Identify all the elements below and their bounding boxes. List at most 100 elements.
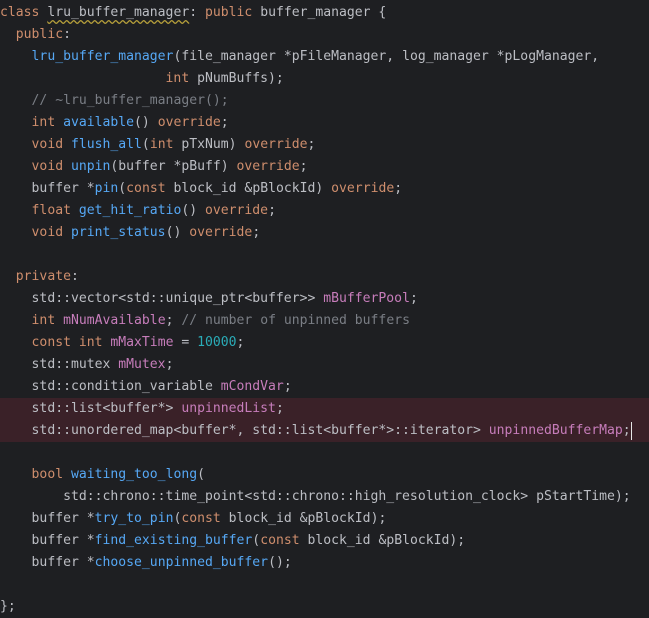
- code-line[interactable]: [0, 244, 649, 266]
- code-token: void: [31, 137, 71, 152]
- code-token: mNumAvailable: [63, 313, 166, 328]
- code-token: ;: [220, 115, 229, 130]
- code-line[interactable]: float get_hit_ratio() override;: [0, 200, 649, 222]
- code-token: override: [236, 159, 300, 174]
- code-line[interactable]: int mNumAvailable; // number of unpinned…: [0, 310, 649, 332]
- code-token: (: [197, 467, 205, 482]
- code-line[interactable]: buffer *choose_unpinned_buffer();: [0, 552, 649, 574]
- code-token: buffer *: [31, 511, 95, 526]
- code-line[interactable]: buffer *find_existing_buffer(const block…: [0, 530, 649, 552]
- code-token: class: [0, 5, 48, 20]
- code-token: block_id &pBlockId);: [307, 533, 466, 548]
- code-token: unpinnedList: [181, 401, 276, 416]
- code-token: lru_buffer_manager: [31, 49, 174, 64]
- code-line[interactable]: buffer *try_to_pin(const block_id &pBloc…: [0, 508, 649, 530]
- code-token: try_to_pin: [94, 511, 174, 526]
- code-line[interactable]: int pNumBuffs);: [0, 68, 649, 90]
- code-line[interactable]: buffer *pin(const block_id &pBlockId) ov…: [0, 178, 649, 200]
- code-token: std::condition_variable: [31, 379, 221, 394]
- code-token: (: [141, 137, 150, 152]
- code-token: pTxNum): [181, 137, 245, 152]
- code-token: ;: [165, 313, 182, 328]
- code-token: const: [181, 511, 229, 526]
- code-token: waiting_too_long: [70, 467, 198, 482]
- code-token: flush_all: [70, 137, 142, 152]
- code-token: override: [244, 137, 308, 152]
- code-token: :: [70, 269, 79, 284]
- code-token: 10000: [197, 335, 237, 350]
- code-token: =: [173, 335, 198, 350]
- code-line[interactable]: void print_status() override;: [0, 222, 649, 244]
- code-token: std::unordered_map<buffer*, std::list<bu…: [31, 423, 489, 438]
- code-token: std::chrono::time_point<std::chrono::hig…: [63, 489, 631, 504]
- code-token: find_existing_buffer: [94, 533, 253, 548]
- code-token: int: [149, 137, 182, 152]
- code-token: mCondVar: [220, 379, 284, 394]
- code-line[interactable]: std::condition_variable mCondVar;: [0, 376, 649, 398]
- code-token: std::mutex: [31, 357, 119, 372]
- code-line[interactable]: std::unordered_map<buffer*, std::list<bu…: [0, 420, 649, 442]
- code-line[interactable]: public:: [0, 24, 649, 46]
- code-token: block_id &pBlockId): [173, 181, 332, 196]
- code-token: ;: [283, 379, 292, 394]
- code-token: // number of unpinned buffers: [181, 313, 410, 328]
- code-line[interactable]: [0, 574, 649, 596]
- code-line[interactable]: const int mMaxTime = 10000;: [0, 332, 649, 354]
- code-line[interactable]: };: [0, 596, 649, 618]
- code-token: (file_manager *pFileManager, log_manager…: [173, 49, 600, 64]
- code-token: const: [126, 181, 174, 196]
- code-token: (): [165, 225, 190, 240]
- code-token: mBufferPool: [323, 291, 410, 306]
- code-token: int: [31, 115, 64, 130]
- code-token: public: [205, 5, 261, 20]
- code-line[interactable]: std::vector<std::unique_ptr<buffer>> mBu…: [0, 288, 649, 310]
- code-token: override: [331, 181, 395, 196]
- code-token: buffer *: [31, 533, 95, 548]
- code-line[interactable]: std::list<buffer*> unpinnedList;: [0, 398, 649, 420]
- code-token: :: [189, 5, 205, 20]
- code-token: override: [205, 203, 269, 218]
- code-line[interactable]: void unpin(buffer *pBuff) override;: [0, 156, 649, 178]
- code-line[interactable]: std::mutex mMutex;: [0, 354, 649, 376]
- code-token: };: [0, 599, 16, 614]
- code-token: private: [15, 269, 71, 284]
- code-token: ;: [268, 203, 276, 218]
- code-token: unpin: [70, 159, 111, 174]
- code-token: block_id &pBlockId);: [228, 511, 387, 526]
- code-token: override: [189, 225, 253, 240]
- code-line[interactable]: std::chrono::time_point<std::chrono::hig…: [0, 486, 649, 508]
- code-editor[interactable]: class lru_buffer_manager: public buffer_…: [0, 0, 649, 618]
- code-line[interactable]: void flush_all(int pTxNum) override;: [0, 134, 649, 156]
- code-line[interactable]: // ~lru_buffer_manager();: [0, 90, 649, 112]
- code-line[interactable]: int available() override;: [0, 112, 649, 134]
- code-token: lru_buffer_manager: [47, 5, 190, 20]
- code-line[interactable]: bool waiting_too_long(: [0, 464, 649, 486]
- code-token: void: [31, 225, 71, 240]
- code-token: std::vector<std::unique_ptr<buffer>>: [31, 291, 324, 306]
- code-line[interactable]: class lru_buffer_manager: public buffer_…: [0, 2, 649, 24]
- code-token: (buffer *pBuff): [110, 159, 237, 174]
- code-line[interactable]: lru_buffer_manager(file_manager *pFileMa…: [0, 46, 649, 68]
- code-token: (: [252, 533, 261, 548]
- code-line[interactable]: [0, 442, 649, 464]
- code-token: unpinnedBufferMap: [488, 423, 623, 438]
- code-line[interactable]: private:: [0, 266, 649, 288]
- code-token: get_hit_ratio: [78, 203, 182, 218]
